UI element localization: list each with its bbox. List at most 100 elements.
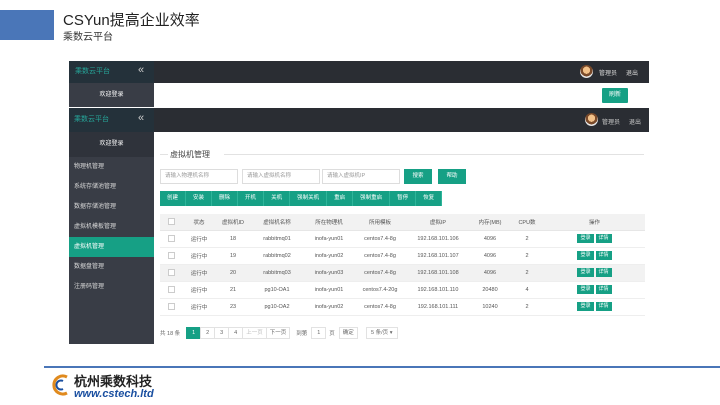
row-checkbox[interactable] — [160, 298, 182, 316]
force-shutdown-button[interactable]: 强制关机 — [290, 191, 328, 206]
row-checkbox[interactable] — [160, 281, 182, 299]
footer-divider — [44, 366, 720, 368]
page-1-button[interactable]: 1 — [186, 327, 202, 339]
cell-template: centos7.4-20g — [354, 281, 406, 299]
page-size-select[interactable]: 5 条/页 ▾ — [365, 327, 398, 339]
sidebar-item-data-pool[interactable]: 数据存储池管理 — [69, 197, 154, 217]
cell-ip: 192.168.101.107 — [406, 247, 470, 265]
sidebar-item-license[interactable]: 注册码管理 — [69, 277, 154, 297]
cell-status: 运行中 — [182, 230, 216, 248]
vm-search-input[interactable]: 请输入虚拟机名称 — [242, 169, 320, 184]
help-button[interactable]: 帮助 — [438, 169, 466, 184]
login-button[interactable]: 登录 — [577, 234, 594, 243]
cell-vm-id: 20 — [216, 264, 250, 282]
cell-actions: 登录 详情 — [544, 281, 645, 299]
login-button[interactable]: 登录 — [577, 285, 594, 294]
row-checkbox[interactable] — [160, 247, 182, 265]
background-sidebar-home[interactable]: 欢迎登录 — [69, 83, 154, 107]
cell-vm-id: 19 — [216, 247, 250, 265]
main-panel: 虚拟机管理 请输入物理机名称 请输入虚拟机名称 请输入虚拟机IP 搜索 帮助 创… — [154, 132, 649, 344]
shutdown-button[interactable]: 关机 — [264, 191, 291, 206]
collapse-icon[interactable]: « — [138, 64, 144, 76]
row-checkbox[interactable] — [160, 264, 182, 282]
page-2-button[interactable]: 2 — [200, 327, 216, 339]
goto-label: 到第 — [296, 331, 308, 337]
cell-actions: 登录 详情 — [544, 264, 645, 282]
cell-actions: 登录 详情 — [544, 230, 645, 248]
cell-host: inofa-yun03 — [304, 264, 354, 282]
sidebar-item-vm-template[interactable]: 虚拟机模板管理 — [69, 217, 154, 237]
cell-status: 运行中 — [182, 298, 216, 316]
col-vm-id[interactable]: 虚拟机ID — [216, 214, 250, 231]
cell-memory: 20480 — [470, 281, 510, 299]
pause-button[interactable]: 暂停 — [390, 191, 417, 206]
slide-subtitle: 乘数云平台 — [63, 32, 113, 43]
search-button[interactable]: 搜索 — [404, 169, 432, 184]
sidebar-item-data-disk[interactable]: 数据盘管理 — [69, 257, 154, 277]
detail-button[interactable]: 详情 — [595, 302, 612, 311]
avatar[interactable] — [585, 113, 598, 126]
col-status[interactable]: 状态 — [182, 214, 216, 231]
login-button[interactable]: 登录 — [577, 302, 594, 311]
table-row[interactable]: 运行中 23 pg10-OA2 inofa-yun02 centos7.4-8g… — [160, 298, 645, 316]
table-row[interactable]: 运行中 18 rabbitmq01 inofa-yun01 centos7.4-… — [160, 230, 645, 248]
col-host[interactable]: 所在物理机 — [304, 214, 354, 231]
power-on-button[interactable]: 开机 — [238, 191, 265, 206]
detail-button[interactable]: 详情 — [595, 268, 612, 277]
goto-confirm-button[interactable]: 确定 — [338, 327, 358, 339]
login-button[interactable]: 登录 — [577, 268, 594, 277]
sidebar-item-vm[interactable]: 虚拟机管理 — [69, 237, 154, 257]
col-memory[interactable]: 内存(MB) — [470, 214, 510, 231]
col-cpu[interactable]: CPU数 — [510, 214, 544, 231]
login-button[interactable]: 登录 — [577, 251, 594, 260]
col-vm-name[interactable]: 虚拟机名称 — [250, 214, 304, 231]
col-template[interactable]: 所用模板 — [354, 214, 406, 231]
delete-button[interactable]: 删除 — [212, 191, 239, 206]
cell-vm-name: rabbitmq01 — [250, 230, 304, 248]
slide-accent-bar — [0, 10, 54, 40]
collapse-icon[interactable]: « — [138, 112, 144, 124]
user-name[interactable]: 管理员 — [599, 68, 617, 77]
table-row[interactable]: 运行中 21 pg10-OA1 inofa-yun01 centos7.4-20… — [160, 281, 645, 299]
force-reboot-button[interactable]: 强制重启 — [353, 191, 391, 206]
sidebar-home[interactable]: 欢迎登录 — [69, 132, 154, 157]
reboot-button[interactable]: 重启 — [327, 191, 354, 206]
ip-search-input[interactable]: 请输入虚拟机IP — [322, 169, 400, 184]
cell-host: inofa-yun01 — [304, 281, 354, 299]
row-checkbox[interactable] — [160, 230, 182, 248]
sidebar-item-host[interactable]: 物理机管理 — [69, 157, 154, 177]
install-button[interactable]: 安装 — [186, 191, 213, 206]
user-name[interactable]: 管理员 — [602, 117, 620, 126]
cell-memory: 10240 — [470, 298, 510, 316]
refresh-button[interactable]: 刷新 — [602, 88, 628, 103]
logout-link[interactable]: 退出 — [629, 117, 641, 126]
detail-button[interactable]: 详情 — [595, 285, 612, 294]
create-button[interactable]: 创建 — [160, 191, 187, 206]
detail-button[interactable]: 详情 — [595, 251, 612, 260]
action-toolbar: 创建 安装 删除 开机 关机 强制关机 重启 强制重启 暂停 恢复 — [160, 191, 443, 206]
page-3-button[interactable]: 3 — [214, 327, 230, 339]
col-ip[interactable]: 虚拟IP — [406, 214, 470, 231]
cell-host: inofa-yun01 — [304, 230, 354, 248]
sidebar-item-system-pool[interactable]: 系统存储池管理 — [69, 177, 154, 197]
table-row[interactable]: 运行中 19 rabbitmq02 inofa-yun02 centos7.4-… — [160, 247, 645, 265]
avatar[interactable] — [580, 65, 593, 78]
next-page-button[interactable]: 下一页 — [265, 327, 291, 339]
logout-link[interactable]: 退出 — [626, 68, 638, 77]
title-divider — [160, 154, 168, 155]
host-search-input[interactable]: 请输入物理机名称 — [160, 169, 238, 184]
resume-button[interactable]: 恢复 — [416, 191, 443, 206]
goto-page-input[interactable]: 1 — [311, 327, 327, 339]
prev-page-button[interactable]: 上一页 — [242, 327, 267, 339]
cell-vm-name: pg10-OA1 — [250, 281, 304, 299]
table-row[interactable]: 运行中 20 rabbitmq03 inofa-yun03 centos7.4-… — [160, 264, 645, 282]
cell-cpu: 2 — [510, 298, 544, 316]
cell-vm-id: 23 — [216, 298, 250, 316]
page-4-button[interactable]: 4 — [228, 327, 244, 339]
select-all-checkbox[interactable] — [160, 214, 182, 231]
table-header-row: 状态 虚拟机ID 虚拟机名称 所在物理机 所用模板 虚拟IP 内存(MB) CP… — [160, 214, 645, 231]
cell-status: 运行中 — [182, 247, 216, 265]
page-title: 虚拟机管理 — [170, 150, 210, 159]
chevron-down-icon: ▾ — [389, 330, 393, 336]
detail-button[interactable]: 详情 — [595, 234, 612, 243]
